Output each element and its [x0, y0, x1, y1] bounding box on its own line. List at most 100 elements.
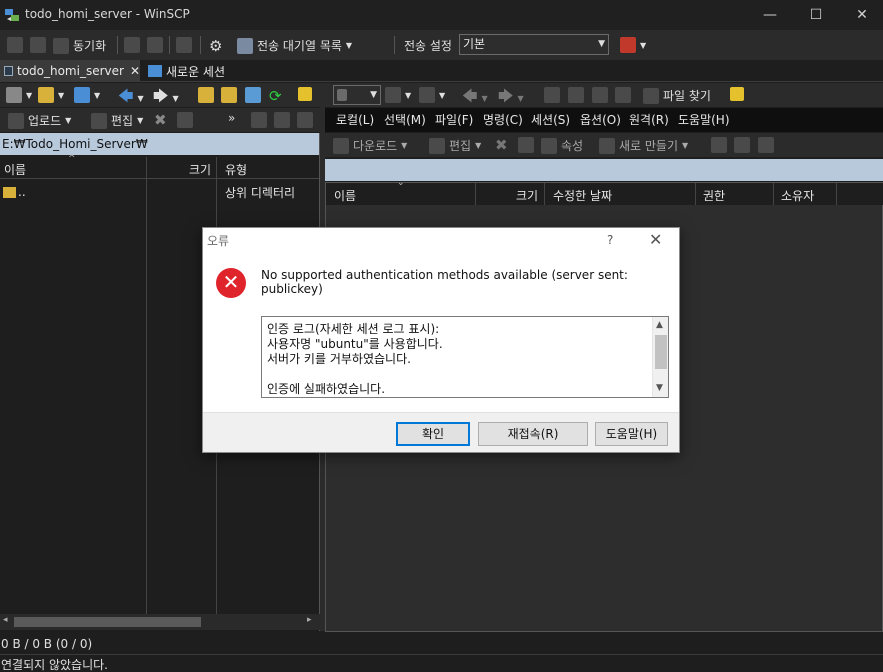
- remote-filter-button[interactable]: ▼: [419, 87, 445, 103]
- menu-select[interactable]: 선택(M): [384, 111, 426, 128]
- compare-icon: [7, 37, 23, 53]
- remote-root-dir-button[interactable]: [568, 87, 584, 103]
- find-files-button[interactable]: 파일 찾기: [643, 87, 711, 104]
- menu-local[interactable]: 로컬(L): [336, 111, 374, 128]
- chevron-up-icon[interactable]: ▲: [656, 320, 663, 330]
- chevron-down-icon: ▼: [598, 39, 605, 49]
- local-horizontal-scrollbar[interactable]: ◂ ▸: [0, 614, 320, 630]
- menu-file[interactable]: 파일(F): [435, 111, 473, 128]
- remote-edit-button[interactable]: 편집 ▼: [429, 137, 481, 154]
- column-divider: [836, 183, 837, 205]
- home-icon: [592, 87, 608, 103]
- local-col-size[interactable]: 크기: [189, 161, 211, 178]
- rename-icon: [518, 137, 534, 153]
- local-open-folder-button[interactable]: ▼: [38, 87, 64, 103]
- menu-remote[interactable]: 원격(R): [629, 111, 669, 128]
- download-button[interactable]: 다운로드 ▼: [333, 137, 407, 154]
- transfer-settings-select[interactable]: 기본 ▼: [459, 34, 609, 55]
- local-home-button[interactable]: [245, 87, 261, 103]
- root-folder-icon: [221, 87, 237, 103]
- local-unselect-button[interactable]: [274, 112, 290, 128]
- upload-button[interactable]: 업로드 ▼: [8, 112, 71, 129]
- remote-rename-button[interactable]: [518, 137, 534, 153]
- chevron-down-icon: ▼: [65, 116, 72, 125]
- reconnect-button[interactable]: 재접속(R): [478, 422, 588, 446]
- properties-button[interactable]: 속성: [541, 137, 583, 154]
- list-item[interactable]: ..: [3, 184, 26, 200]
- remote-col-modified[interactable]: 수정한 날짜: [553, 187, 612, 204]
- remote-refresh-button[interactable]: [615, 87, 631, 103]
- remote-parent-dir-button[interactable]: [544, 87, 560, 103]
- local-path-bar[interactable]: E:₩Todo_Homi_Server₩: [0, 133, 320, 155]
- sync-browse-button[interactable]: [30, 37, 46, 53]
- local-tree-button[interactable]: [298, 87, 312, 101]
- queue-list-button[interactable]: 전송 대기열 목록 ▼: [237, 37, 352, 54]
- local-nav-toolbar: ▼ ▼ ▼ 🡄 ▼ 🡆 ▼ ⟳: [0, 83, 320, 107]
- column-divider: [544, 183, 545, 205]
- file-type: 상위 디렉터리: [225, 186, 296, 200]
- minus-icon: [274, 112, 290, 128]
- local-rename-button[interactable]: [177, 112, 193, 128]
- synchronize-button[interactable]: 동기화: [53, 37, 106, 54]
- local-refresh-button[interactable]: ⟳: [269, 87, 282, 105]
- transfer-status: 0 B / 0 B (0 / 0): [1, 637, 93, 651]
- remote-unselect-button[interactable]: [734, 137, 750, 153]
- close-window-button[interactable]: ✕: [839, 0, 883, 30]
- local-drive-select[interactable]: ▼: [6, 87, 32, 103]
- local-parent-dir-button[interactable]: [198, 87, 214, 103]
- scrollbar-thumb[interactable]: [14, 617, 201, 627]
- local-filter-select-button[interactable]: [297, 112, 313, 128]
- local-col-name[interactable]: 이름: [4, 161, 26, 178]
- transfer-preset-icon: [620, 37, 636, 53]
- compare-dirs-button[interactable]: [7, 37, 23, 53]
- close-tab-icon[interactable]: ✕: [130, 64, 140, 78]
- auth-log-box[interactable]: 인증 로그(자세한 세션 로그 표시): 사용자명 "ubuntu"를 사용합니…: [261, 316, 669, 398]
- minimize-button[interactable]: —: [747, 0, 793, 30]
- ok-button[interactable]: 확인: [396, 422, 470, 446]
- scrollbar-thumb[interactable]: [655, 335, 667, 369]
- session-tabs: todo_homi_server ✕ 새로운 세션: [0, 60, 883, 82]
- local-select-button[interactable]: [251, 112, 267, 128]
- remote-filter-select-button[interactable]: [758, 137, 774, 153]
- delete-icon: ✖: [154, 111, 167, 129]
- remote-delete-button[interactable]: ✖: [495, 136, 508, 154]
- remote-col-size[interactable]: 크기: [516, 187, 538, 204]
- local-delete-button[interactable]: ✖: [154, 111, 167, 129]
- maximize-button[interactable]: ☐: [793, 0, 839, 30]
- menu-help[interactable]: 도움말(H): [678, 111, 730, 128]
- menu-session[interactable]: 세션(S): [531, 111, 570, 128]
- console-button[interactable]: [124, 37, 140, 53]
- tab-todo-homi-server[interactable]: todo_homi_server ✕: [0, 60, 140, 82]
- menu-command[interactable]: 명령(C): [483, 111, 523, 128]
- local-filter-button[interactable]: ▼: [74, 87, 100, 103]
- putty-button[interactable]: [147, 37, 163, 53]
- chevron-down-icon: ▼: [405, 90, 412, 100]
- preferences-button[interactable]: ⚙: [209, 37, 222, 55]
- remote-dir-select[interactable]: ▼: [333, 85, 381, 105]
- remote-col-name[interactable]: 이름: [334, 187, 356, 204]
- menu-options[interactable]: 옵션(O): [580, 111, 621, 128]
- remote-select-button[interactable]: [711, 137, 727, 153]
- log-scrollbar[interactable]: ▲ ▼: [652, 317, 668, 397]
- local-root-dir-button[interactable]: [221, 87, 237, 103]
- local-col-type[interactable]: 유형: [225, 161, 247, 178]
- remote-tree-button[interactable]: [730, 87, 744, 101]
- remote-open-folder-button[interactable]: ▼: [385, 87, 411, 103]
- transfer-preset-button[interactable]: ▼: [620, 37, 646, 53]
- help-button[interactable]: 도움말(H): [595, 422, 668, 446]
- remote-col-rights[interactable]: 권한: [703, 187, 725, 204]
- remote-home-button[interactable]: [592, 87, 608, 103]
- remote-path-bar[interactable]: [325, 159, 883, 181]
- dialog-help-button[interactable]: ?: [607, 233, 613, 247]
- chevron-down-icon[interactable]: ▼: [656, 383, 663, 393]
- remote-col-owner[interactable]: 소유자: [781, 187, 814, 204]
- chevron-down-icon: ▼: [401, 141, 408, 150]
- error-dialog: 오류 ? ✕ ✕ No supported authentication met…: [202, 227, 680, 453]
- local-more-button[interactable]: »: [228, 111, 235, 125]
- tab-new-session[interactable]: 새로운 세션: [144, 60, 244, 82]
- dialog-close-button[interactable]: ✕: [649, 230, 662, 249]
- keep-uptodate-button[interactable]: [176, 37, 192, 53]
- new-button[interactable]: 새로 만들기 ▼: [599, 137, 688, 154]
- local-edit-button[interactable]: 편집 ▼: [91, 112, 143, 129]
- sync-browse-icon: [30, 37, 46, 53]
